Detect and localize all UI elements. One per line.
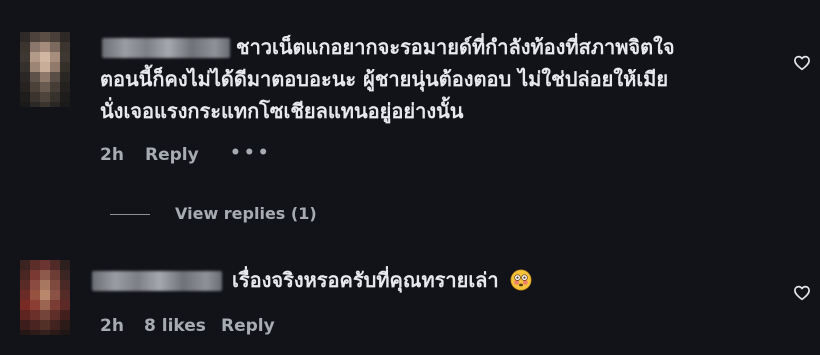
like-heart-icon[interactable]: [793, 284, 811, 302]
comment-text: เรื่องจริงหรอครับที่คุณทรายเล่า: [232, 265, 532, 296]
comment-2: เรื่องจริงหรอครับที่คุณทรายเล่า 2h 8 lik…: [0, 0, 820, 355]
avatar[interactable]: [20, 260, 70, 335]
reply-button[interactable]: Reply: [221, 316, 275, 336]
username-redacted[interactable]: [92, 271, 222, 291]
comment-time: 2h: [100, 316, 124, 336]
flushed-face-icon: [510, 269, 532, 291]
likes-count[interactable]: 8 likes: [144, 316, 206, 336]
